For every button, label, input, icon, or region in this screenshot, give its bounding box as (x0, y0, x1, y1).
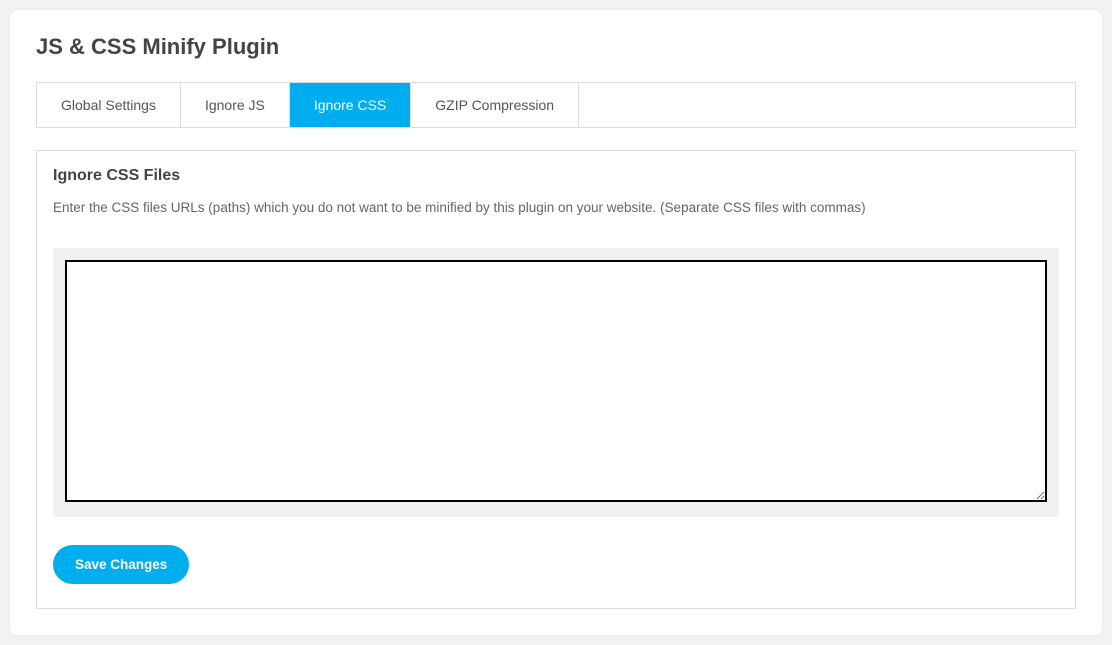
tab-gzip-compression[interactable]: GZIP Compression (411, 83, 579, 127)
save-button[interactable]: Save Changes (53, 545, 189, 584)
textarea-container (53, 248, 1059, 517)
settings-card: JS & CSS Minify Plugin Global Settings I… (10, 10, 1102, 635)
tab-ignore-js[interactable]: Ignore JS (181, 83, 290, 127)
settings-panel: Ignore CSS Files Enter the CSS files URL… (36, 150, 1076, 609)
tab-global-settings[interactable]: Global Settings (37, 83, 181, 127)
tab-bar: Global Settings Ignore JS Ignore CSS GZI… (36, 82, 1076, 128)
page-title: JS & CSS Minify Plugin (36, 34, 1076, 60)
ignore-css-textarea[interactable] (65, 260, 1047, 502)
tab-ignore-css[interactable]: Ignore CSS (290, 83, 411, 127)
section-description: Enter the CSS files URLs (paths) which y… (53, 199, 1059, 218)
section-title: Ignore CSS Files (53, 167, 1059, 185)
